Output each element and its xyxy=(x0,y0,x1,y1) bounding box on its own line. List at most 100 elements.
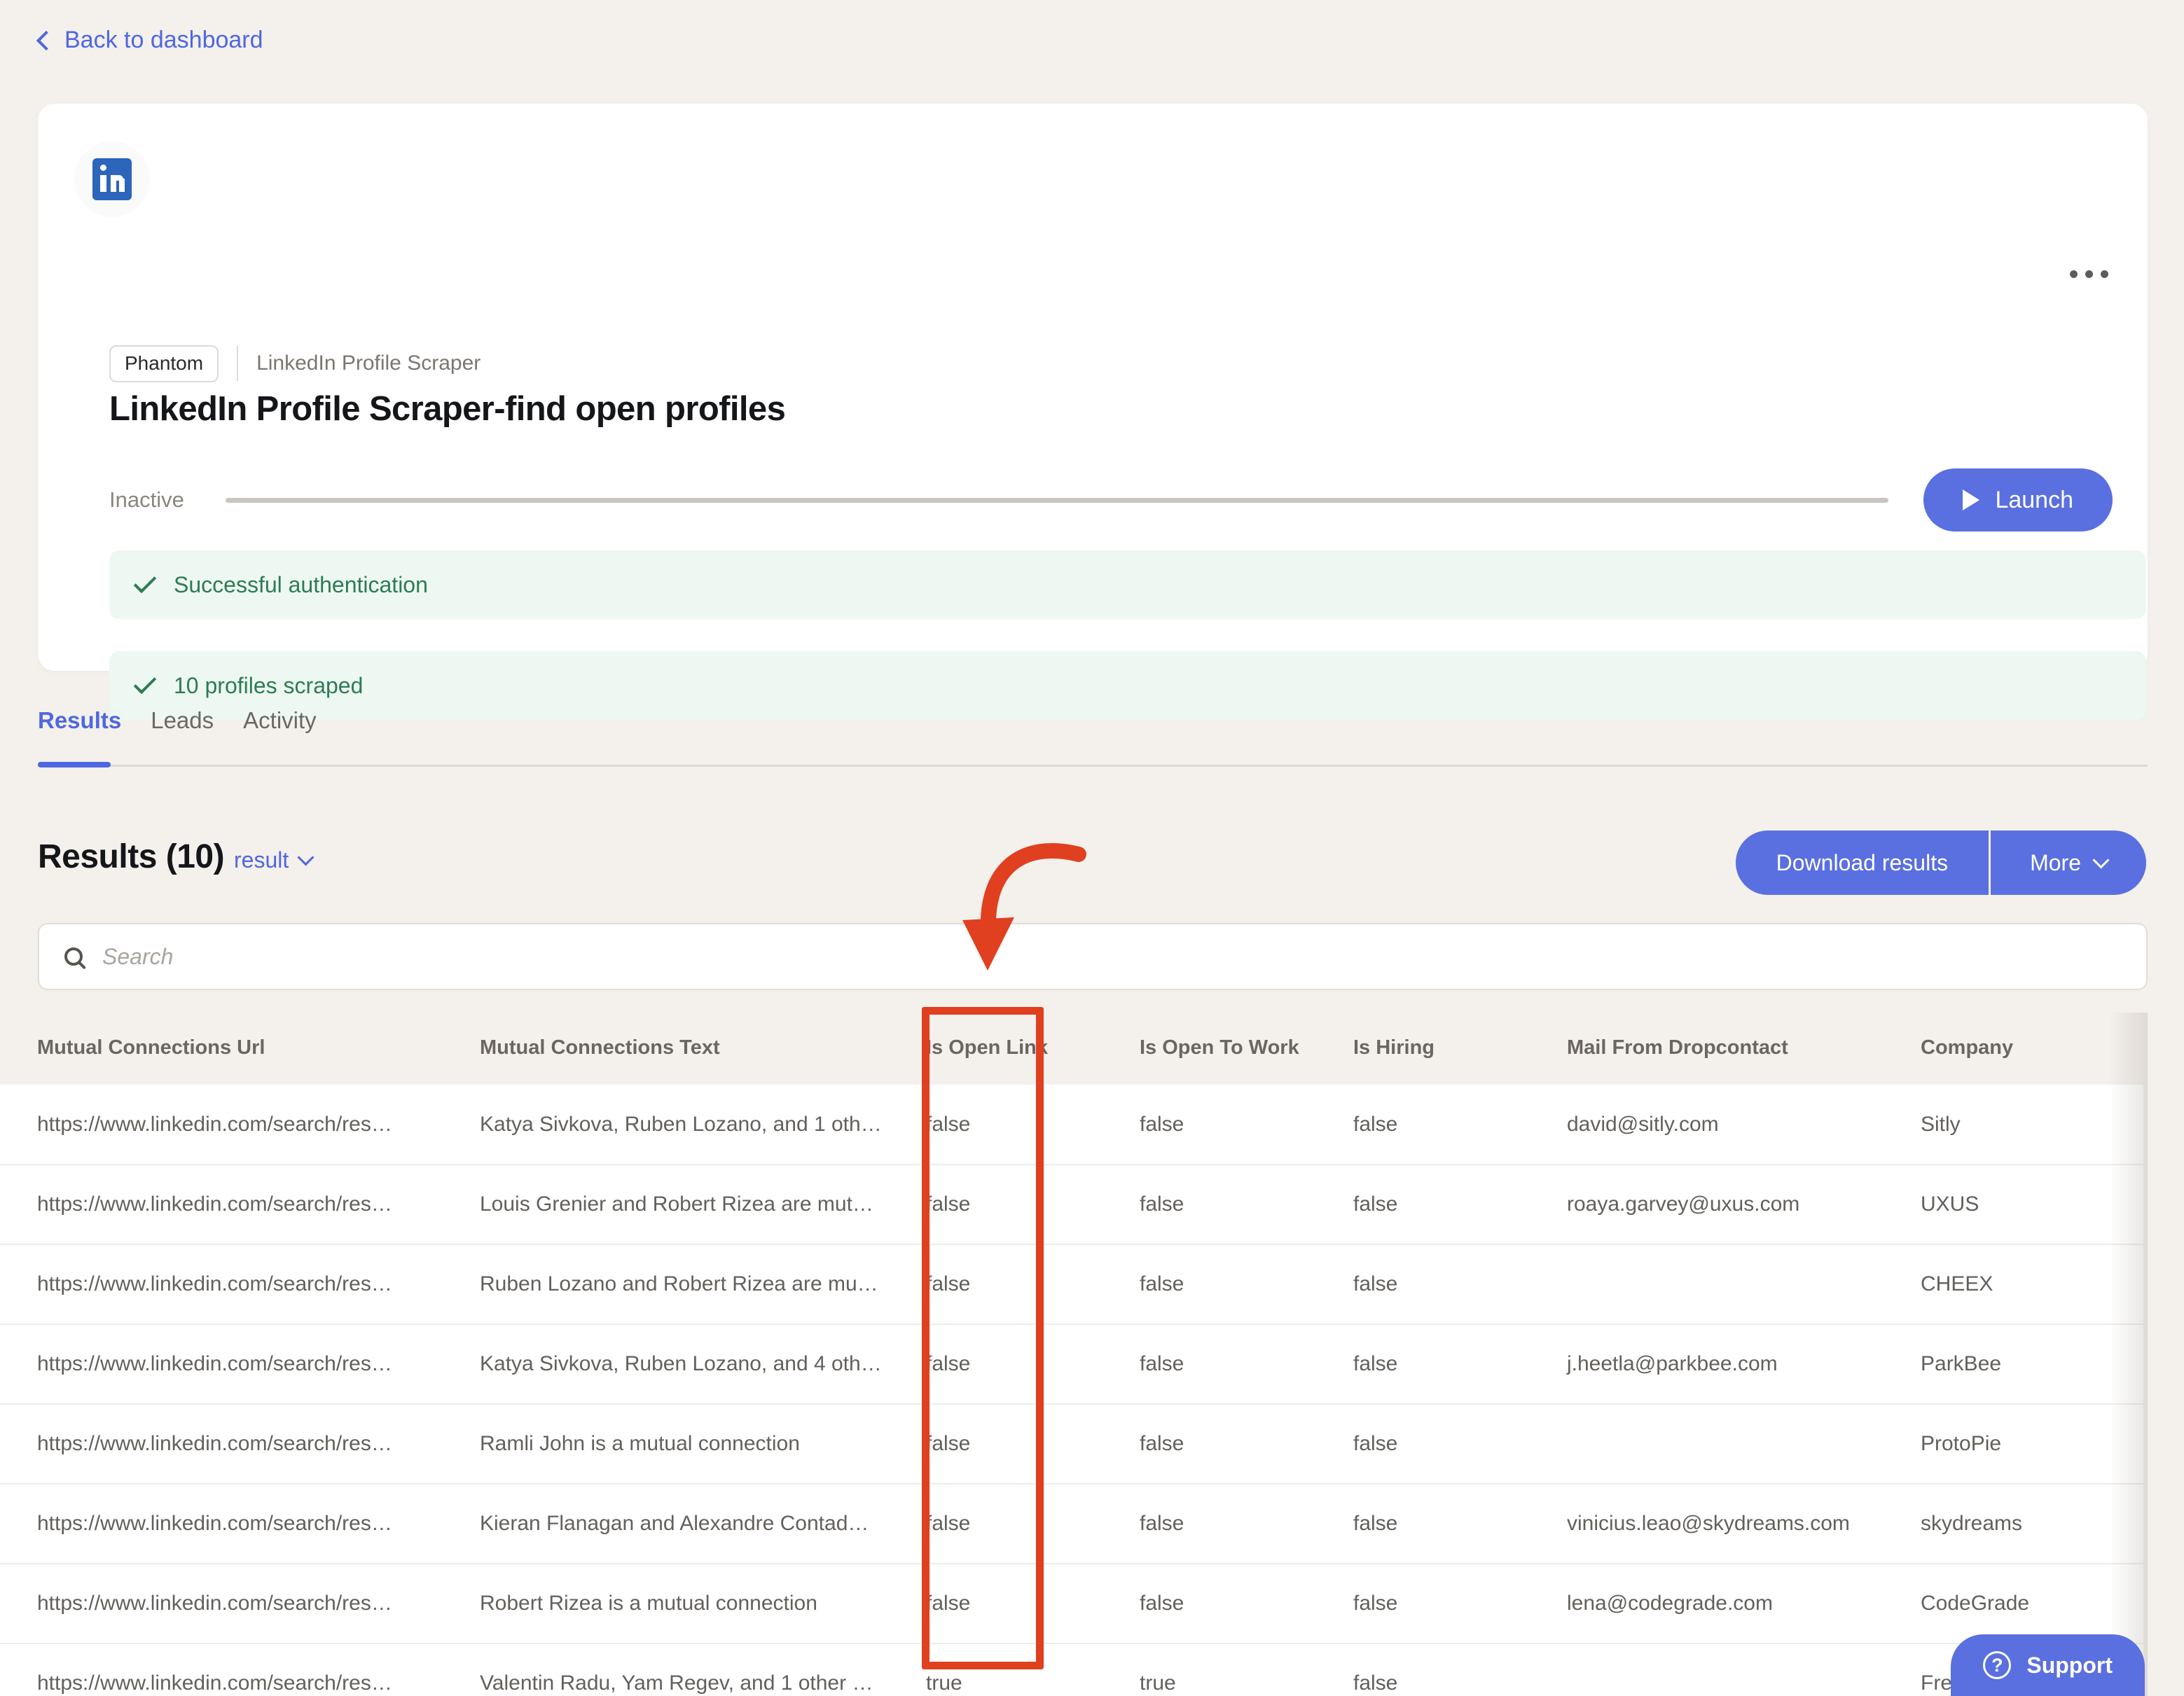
download-results-button[interactable]: Download results xyxy=(1735,830,1989,895)
phantom-chip: Phantom xyxy=(109,345,219,382)
tab-leads[interactable]: Leads xyxy=(151,707,214,752)
alert-profiles-scraped: 10 profiles scraped xyxy=(109,651,2146,720)
column-header-is-hiring[interactable]: Is Hiring xyxy=(1331,1013,1544,1085)
cell-is-open-to-work: false xyxy=(1117,1085,1331,1165)
check-icon xyxy=(133,671,157,695)
cell-mutual-connections-text: Robert Rizea is a mutual connection xyxy=(452,1564,904,1644)
results-table-container[interactable]: Mutual Connections Url Mutual Connection… xyxy=(0,1013,2184,1696)
progress-track xyxy=(226,497,1889,503)
cell-mutual-connections-url: https://www.linkedin.com/search/res… xyxy=(0,1643,452,1696)
cell-is-open-to-work: false xyxy=(1117,1165,1331,1245)
launch-button-label: Launch xyxy=(1995,486,2073,513)
alert-text: Successful authentication xyxy=(174,571,428,597)
cell-is-hiring: false xyxy=(1331,1165,1544,1245)
cell-mutual-connections-url: https://www.linkedin.com/search/res… xyxy=(0,1324,452,1405)
table-right-margin xyxy=(2148,1013,2184,1696)
support-button-label: Support xyxy=(2026,1652,2113,1678)
results-actions: Download results More xyxy=(1735,830,2146,895)
table-header-row: Mutual Connections Url Mutual Connection… xyxy=(0,1013,2143,1085)
status-row: Inactive Launch xyxy=(109,468,2113,531)
column-header-mail-from-dropcontact[interactable]: Mail From Dropcontact xyxy=(1544,1013,1898,1085)
result-selector-label: result xyxy=(234,847,289,873)
check-icon xyxy=(133,570,157,594)
cell-company: ProtoPie xyxy=(1898,1404,2143,1485)
cell-is-open-link: false xyxy=(904,1324,1117,1405)
table-row[interactable]: https://www.linkedin.com/search/res… Val… xyxy=(0,1643,2143,1696)
cell-mutual-connections-text: Katya Sivkova, Ruben Lozano, and 4 oth… xyxy=(452,1324,904,1405)
cell-company: Sitly xyxy=(1898,1085,2143,1165)
table-row[interactable]: https://www.linkedin.com/search/res… Ram… xyxy=(0,1404,2143,1485)
cell-mutual-connections-text: Kieran Flanagan and Alexandre Contad… xyxy=(452,1484,904,1564)
alert-text: 10 profiles scraped xyxy=(174,672,364,698)
support-button[interactable]: ? Support xyxy=(1951,1634,2145,1696)
result-selector[interactable]: result xyxy=(234,847,315,873)
column-header-is-open-link[interactable]: Is Open Link xyxy=(904,1013,1117,1085)
cell-mutual-connections-url: https://www.linkedin.com/search/res… xyxy=(0,1085,452,1165)
more-button[interactable]: More xyxy=(1991,830,2146,895)
column-header-mutual-connections-text[interactable]: Mutual Connections Text xyxy=(452,1013,904,1085)
tab-bar-rule xyxy=(38,765,2148,767)
cell-is-open-to-work: false xyxy=(1117,1244,1331,1325)
table-row[interactable]: https://www.linkedin.com/search/res… Rob… xyxy=(0,1564,2143,1644)
table-row[interactable]: https://www.linkedin.com/search/res… Rub… xyxy=(0,1244,2143,1325)
table-row[interactable]: https://www.linkedin.com/search/res… Lou… xyxy=(0,1165,2143,1245)
alert-successful-authentication: Successful authentication xyxy=(109,550,2146,619)
table-row[interactable]: https://www.linkedin.com/search/res… Kie… xyxy=(0,1484,2143,1564)
cell-mutual-connections-url: https://www.linkedin.com/search/res… xyxy=(0,1484,452,1564)
cell-is-hiring: false xyxy=(1331,1484,1544,1564)
cell-mail-from-dropcontact xyxy=(1544,1404,1898,1485)
cell-mutual-connections-text: Ruben Lozano and Robert Rizea are mu… xyxy=(452,1244,904,1325)
search-icon xyxy=(64,947,83,966)
cell-is-hiring: false xyxy=(1331,1404,1544,1485)
cell-company: CodeGrade xyxy=(1898,1564,2143,1644)
launch-button[interactable]: Launch xyxy=(1923,468,2113,531)
tab-activity[interactable]: Activity xyxy=(243,707,317,752)
meta-divider xyxy=(237,346,239,382)
back-to-dashboard-link[interactable]: Back to dashboard xyxy=(36,27,263,54)
cell-mail-from-dropcontact: vinicius.leao@skydreams.com xyxy=(1544,1484,1898,1564)
cell-is-open-link: false xyxy=(904,1564,1117,1644)
cell-is-hiring: false xyxy=(1331,1564,1544,1644)
cell-is-open-to-work: false xyxy=(1117,1404,1331,1485)
cell-mail-from-dropcontact: j.heetla@parkbee.com xyxy=(1544,1324,1898,1405)
cell-is-hiring: false xyxy=(1331,1085,1544,1165)
cell-mail-from-dropcontact xyxy=(1544,1244,1898,1325)
linkedin-icon xyxy=(74,141,150,217)
cell-mutual-connections-url: https://www.linkedin.com/search/res… xyxy=(0,1244,452,1325)
cell-company: skydreams xyxy=(1898,1484,2143,1564)
table-row[interactable]: https://www.linkedin.com/search/res… Kat… xyxy=(0,1085,2143,1165)
search-input[interactable] xyxy=(102,943,1976,970)
cell-mutual-connections-text: Valentin Radu, Yam Regev, and 1 other … xyxy=(452,1643,904,1696)
cell-mail-from-dropcontact: lena@codegrade.com xyxy=(1544,1564,1898,1644)
cell-mail-from-dropcontact: roaya.garvey@uxus.com xyxy=(1544,1165,1898,1245)
cell-is-open-link: false xyxy=(904,1244,1117,1325)
cell-mutual-connections-url: https://www.linkedin.com/search/res… xyxy=(0,1564,452,1644)
cell-mail-from-dropcontact: david@sitly.com xyxy=(1544,1085,1898,1165)
cell-is-open-to-work: false xyxy=(1117,1564,1331,1644)
table-row[interactable]: https://www.linkedin.com/search/res… Kat… xyxy=(0,1324,2143,1405)
cell-is-open-to-work: true xyxy=(1117,1643,1331,1696)
cell-is-open-link: false xyxy=(904,1085,1117,1165)
more-options-icon[interactable] xyxy=(2070,270,2108,278)
tab-results[interactable]: Results xyxy=(38,707,121,752)
column-header-is-open-to-work[interactable]: Is Open To Work xyxy=(1117,1013,1331,1085)
cell-is-open-to-work: false xyxy=(1117,1324,1331,1405)
search-bar[interactable] xyxy=(38,923,2148,990)
app-page: Back to dashboard Phantom LinkedIn Profi… xyxy=(0,0,2184,1696)
column-header-mutual-connections-url[interactable]: Mutual Connections Url xyxy=(0,1013,452,1085)
cell-mutual-connections-text: Katya Sivkova, Ruben Lozano, and 1 oth… xyxy=(452,1085,904,1165)
results-table: Mutual Connections Url Mutual Connection… xyxy=(0,1013,2143,1696)
cell-is-open-link: false xyxy=(904,1165,1117,1245)
phantom-detail-card: Phantom LinkedIn Profile Scraper LinkedI… xyxy=(38,104,2148,720)
cell-company: UXUS xyxy=(1898,1165,2143,1245)
tab-active-indicator xyxy=(38,762,111,767)
cell-is-open-link: false xyxy=(904,1404,1117,1485)
column-header-company[interactable]: Company xyxy=(1898,1013,2143,1085)
cell-company: ParkBee xyxy=(1898,1324,2143,1405)
phantom-meta: Phantom LinkedIn Profile Scraper xyxy=(109,345,481,382)
chevron-down-icon xyxy=(297,849,315,866)
status-label: Inactive xyxy=(109,487,184,512)
cell-mutual-connections-url: https://www.linkedin.com/search/res… xyxy=(0,1165,452,1245)
chevron-down-icon xyxy=(2092,851,2110,869)
cell-is-hiring: false xyxy=(1331,1643,1544,1696)
